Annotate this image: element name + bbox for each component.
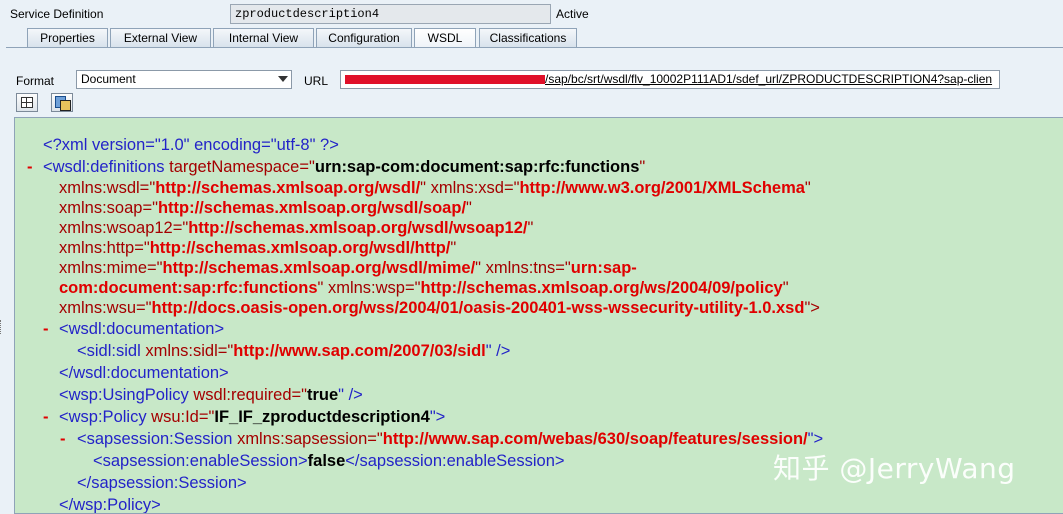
xml-line: xmlns:wsu="http://docs.oasis-open.org/ws…	[59, 299, 820, 317]
status-text: Active	[556, 7, 589, 21]
url-value[interactable]: /sap/bc/srt/wsdl/flv_10002P111AD1/sdef_u…	[545, 72, 992, 86]
tab-classifications[interactable]: Classifications	[479, 28, 577, 47]
collapse-toggle[interactable]: -	[43, 318, 49, 340]
collapse-toggle[interactable]: -	[60, 428, 66, 450]
xml-line: </wsdl:documentation>	[59, 364, 229, 382]
chevron-down-icon[interactable]	[278, 76, 288, 82]
xml-line: - <wsdl:documentation>	[43, 318, 225, 340]
format-dropdown[interactable]: Document	[76, 70, 292, 89]
url-field[interactable]: /sap/bc/srt/wsdl/flv_10002P111AD1/sdef_u…	[340, 70, 1000, 89]
tab-divider	[6, 47, 1063, 48]
service-definition-row: Service Definition zproductdescription4 …	[0, 0, 1063, 27]
collapse-toggle[interactable]: -	[43, 406, 49, 428]
xml-line: xmlns:soap="http://schemas.xmlsoap.org/w…	[59, 199, 472, 217]
grid-view-button[interactable]	[16, 93, 38, 112]
xml-line: - <wsp:Policy wsu:Id="IF_IF_zproductdesc…	[43, 406, 446, 428]
service-definition-label: Service Definition	[10, 7, 104, 21]
tab-wsdl[interactable]: WSDL	[414, 28, 476, 48]
tab-external-view[interactable]: External View	[110, 28, 211, 47]
xml-line: <?xml version="1.0" encoding="utf-8" ?>	[43, 136, 339, 154]
tab-internal-view[interactable]: Internal View	[213, 28, 314, 47]
tab-properties[interactable]: Properties	[27, 28, 108, 47]
xml-line: </wsp:Policy>	[59, 496, 161, 514]
xml-line: - <wsdl:definitions targetNamespace="urn…	[27, 156, 646, 178]
url-label: URL	[304, 74, 329, 88]
xml-line: xmlns:wsoap12="http://schemas.xmlsoap.or…	[59, 219, 534, 237]
format-selected-value: Document	[81, 72, 136, 86]
collapse-toggle[interactable]: -	[27, 156, 33, 178]
xml-line: com:document:sap:rfc:functions" xmlns:ws…	[59, 279, 789, 297]
grid-icon	[21, 97, 33, 108]
format-label: Format	[16, 74, 55, 88]
xml-line: xmlns:wsdl="http://schemas.xmlsoap.org/w…	[59, 179, 811, 197]
redaction-bar	[345, 75, 545, 85]
watermark-text: 知乎 @JerryWang	[773, 452, 1016, 485]
splitter-handle[interactable]	[0, 320, 4, 334]
xml-line: <sidl:sidl xmlns:sidl="http://www.sap.co…	[77, 342, 511, 360]
xml-line: <wsp:UsingPolicy wsdl:required="true" />	[59, 386, 363, 404]
clipboard-icon	[60, 100, 71, 111]
copy-button[interactable]	[51, 93, 73, 112]
service-definition-field[interactable]: zproductdescription4	[230, 4, 551, 24]
xml-line: xmlns:mime="http://schemas.xmlsoap.org/w…	[59, 259, 637, 277]
tab-configuration[interactable]: Configuration	[316, 28, 412, 47]
xml-line: xmlns:http="http://schemas.xmlsoap.org/w…	[59, 239, 457, 257]
